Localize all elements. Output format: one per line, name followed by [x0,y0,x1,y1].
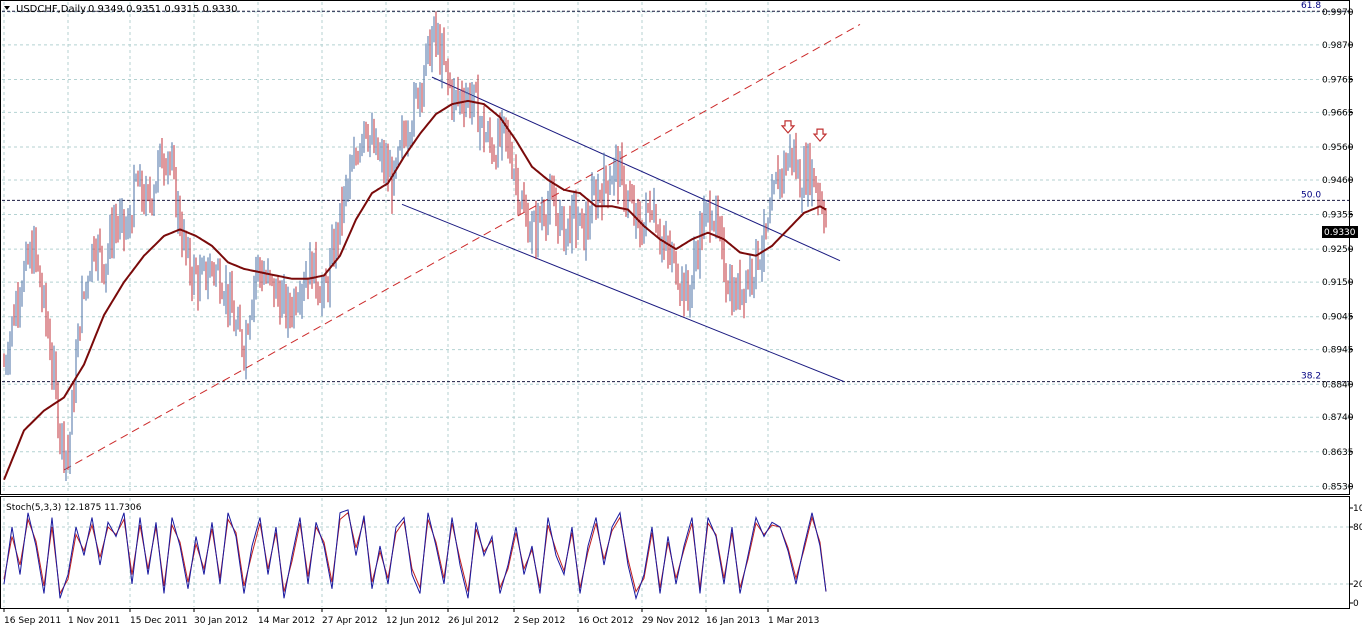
current-price-label: 0.9330 [1324,228,1356,238]
chart-background [0,0,1362,630]
fib-level-label: 38.2 [1301,372,1321,382]
fib-level-label: 50.0 [1301,190,1321,200]
price-tick-label: 0.9045 [1322,313,1354,323]
time-tick-label: 16 Jan 2013 [706,616,760,626]
price-tick-label: 0.8840 [1322,380,1354,390]
time-tick-label: 1 Nov 2011 [68,616,120,626]
stoch-tick-label: 0 [1353,599,1359,609]
stoch-tick-label: 80 [1353,523,1362,533]
time-tick-label: 29 Nov 2012 [642,616,700,626]
stoch-tick-label: 20 [1353,580,1362,590]
chart-canvas: 61.850.038.2 0.99700.98700.97650.96650.9… [0,0,1362,630]
price-tick-label: 0.9870 [1322,41,1354,51]
symbol-label: USDCHF,Daily [16,4,86,15]
time-tick-label: 16 Sep 2011 [4,616,61,626]
time-tick-label: 2 Sep 2012 [514,616,565,626]
time-tick-label: 1 Mar 2013 [768,616,819,626]
price-tick-label: 0.9355 [1322,211,1354,221]
price-tick-label: 0.9460 [1322,176,1354,186]
price-tick-label: 0.9970 [1322,8,1354,18]
price-tick-label: 0.9560 [1322,143,1354,153]
stoch-tick-label: 100 [1353,504,1362,514]
price-tick-label: 0.8945 [1322,346,1354,356]
price-tick-label: 0.8530 [1322,482,1354,492]
price-tick-label: 0.9250 [1322,245,1354,255]
fib-level-label: 61.8 [1301,1,1321,11]
time-tick-label: 30 Jan 2012 [194,616,248,626]
stoch-title: Stoch(5,3,3) 12.1875 11.7306 [6,503,142,513]
time-tick-label: 27 Apr 2012 [322,616,378,626]
ohlc-label: 0.9349 0.9351 0.9315 0.9330 [88,4,238,15]
price-tick-label: 0.9765 [1322,75,1354,85]
time-tick-label: 12 Jun 2012 [386,616,440,626]
price-tick-label: 0.9665 [1322,108,1354,118]
time-tick-label: 14 Mar 2012 [258,616,315,626]
price-tick-label: 0.8635 [1322,448,1354,458]
time-tick-label: 15 Dec 2011 [130,616,188,626]
price-axis: 0.9970 0.9870 0.9765 0.9665 0.9560 0.9460 0.93… [1322,8,1354,493]
time-tick-label: 16 Oct 2012 [578,616,634,626]
time-tick-label: 26 Jul 2012 [448,616,499,626]
price-tick-label: 0.8740 [1322,413,1354,423]
price-tick-label: 0.9150 [1322,278,1354,288]
